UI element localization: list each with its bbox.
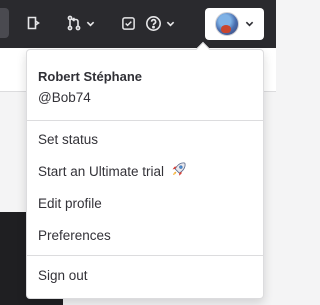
user-dropdown-menu: Robert Stéphane @Bob74 Set status Start … bbox=[26, 49, 264, 299]
menu-item-label: Sign out bbox=[38, 267, 88, 283]
preferences-item[interactable]: Preferences bbox=[27, 220, 263, 250]
user-menu-button[interactable] bbox=[205, 8, 264, 40]
help-icon bbox=[145, 15, 162, 32]
todo-icon bbox=[121, 16, 136, 31]
top-navigation-bar bbox=[0, 0, 276, 48]
help-dropdown-button[interactable] bbox=[145, 8, 175, 38]
menu-item-label: Preferences bbox=[38, 227, 111, 243]
edit-profile-item[interactable]: Edit profile bbox=[27, 188, 263, 218]
search-field[interactable] bbox=[0, 8, 9, 38]
user-handle: @Bob74 bbox=[38, 90, 91, 105]
start-ultimate-trial-item[interactable]: Start an Ultimate trial bbox=[27, 156, 263, 186]
rocket-icon bbox=[170, 161, 187, 181]
todo-button[interactable] bbox=[121, 8, 136, 38]
menu-divider bbox=[27, 120, 263, 121]
merge-request-icon bbox=[26, 15, 42, 31]
issues-dropdown-button[interactable] bbox=[66, 8, 95, 38]
sign-out-item[interactable]: Sign out bbox=[27, 260, 263, 290]
menu-item-label: Edit profile bbox=[38, 195, 102, 211]
chevron-down-icon bbox=[166, 19, 175, 28]
merge-requests-button[interactable] bbox=[26, 8, 42, 38]
menu-item-label: Set status bbox=[38, 131, 99, 147]
menu-item-label: Start an Ultimate trial bbox=[38, 163, 165, 179]
chevron-down-icon bbox=[245, 15, 254, 33]
chevron-down-icon bbox=[86, 19, 95, 28]
menu-divider bbox=[27, 255, 263, 256]
user-name: Robert Stéphane bbox=[38, 69, 143, 84]
set-status-item[interactable]: Set status bbox=[27, 124, 263, 154]
issues-icon bbox=[66, 15, 82, 31]
avatar bbox=[215, 12, 239, 36]
